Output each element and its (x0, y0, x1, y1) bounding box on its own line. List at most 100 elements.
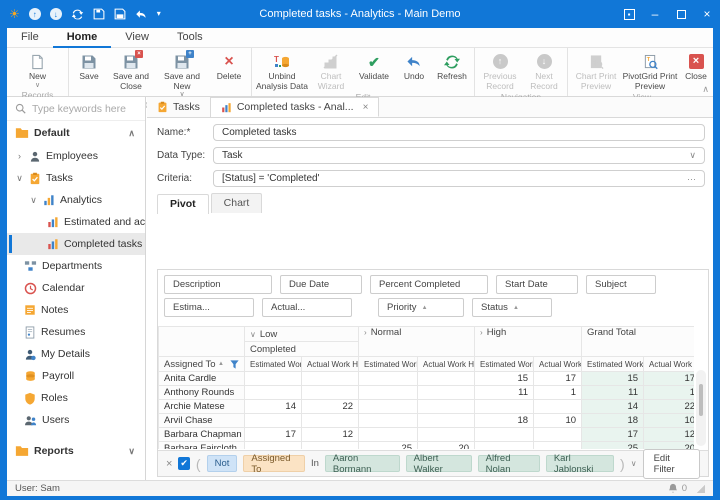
ribbon-tab-tools[interactable]: Tools (163, 28, 217, 48)
pivot-value-cell[interactable]: 17 (245, 428, 302, 442)
measure-header[interactable]: Actual Work Hours (418, 357, 475, 372)
sidebar-item-completed-tasks[interactable]: Completed tasks (7, 233, 145, 255)
app-icon[interactable]: ☀ (9, 8, 20, 20)
field-chip-due-date[interactable]: Due Date (280, 275, 362, 294)
col-group-high[interactable]: ›High (475, 327, 582, 357)
pivot-value-cell[interactable] (245, 386, 302, 400)
tab-chart[interactable]: Chart (211, 193, 263, 213)
pivot-value-cell[interactable] (302, 372, 359, 386)
pivot-value-cell[interactable] (475, 400, 534, 414)
pivot-value-cell[interactable]: 20 (644, 442, 694, 450)
pivot-value-cell[interactable] (359, 386, 418, 400)
pivot-value-cell[interactable] (534, 400, 582, 414)
validate-button[interactable]: ✔ Validate (352, 50, 396, 82)
help-window-icon[interactable]: ▪ (616, 0, 642, 28)
qat-undo-icon[interactable] (135, 8, 148, 21)
field-chip-status[interactable]: Status▲ (472, 298, 552, 317)
pivot-value-cell[interactable] (418, 414, 475, 428)
sidebar-item-resumes[interactable]: Resumes (7, 321, 145, 343)
edit-filter-button[interactable]: Edit Filter (643, 449, 700, 479)
ribbon-tab-file[interactable]: File (7, 28, 53, 48)
pivot-value-cell[interactable]: 20 (418, 442, 475, 450)
save-and-new-button[interactable]: + Save and New∨ (155, 50, 209, 99)
field-chip-percent-completed[interactable]: Percent Completed (370, 275, 488, 294)
pivot-value-cell[interactable] (418, 386, 475, 400)
save-button[interactable]: Save (71, 50, 107, 82)
previous-record-button[interactable]: ↑ Previous Record (477, 50, 523, 91)
filter-value-chip[interactable]: Alfred Nolan (478, 455, 540, 472)
pivot-value-cell[interactable]: 18 (475, 414, 534, 428)
sidebar-item-users[interactable]: Users (7, 409, 145, 431)
filter-operator[interactable]: In (311, 458, 319, 469)
pivot-value-cell[interactable] (359, 400, 418, 414)
row-header-cell[interactable]: Arvil Chase (159, 414, 245, 428)
field-chip-description[interactable]: Description (164, 275, 272, 294)
pivot-value-cell[interactable] (534, 428, 582, 442)
pivot-value-cell[interactable]: 25 (582, 442, 644, 450)
sidebar-item-estimated-and-actual[interactable]: Estimated and actual wor (7, 211, 145, 233)
sidebar-item-roles[interactable]: Roles (7, 387, 145, 409)
new-button[interactable]: New∨ (9, 50, 66, 89)
sidebar-search[interactable]: Type keywords here (7, 97, 145, 121)
doc-tab-completed-tasks[interactable]: Completed tasks - Anal... × (211, 97, 380, 117)
pivot-value-cell[interactable]: 10 (644, 414, 694, 428)
pivot-value-cell[interactable]: 17 (582, 428, 644, 442)
save-and-close-button[interactable]: × Save and Close (107, 50, 155, 91)
row-header-cell[interactable]: Barbara Chapman (159, 428, 245, 442)
pivot-value-cell[interactable] (475, 428, 534, 442)
sidebar-item-payroll[interactable]: Payroll (7, 365, 145, 387)
pivot-value-cell[interactable]: 22 (644, 400, 694, 414)
pivot-value-cell[interactable]: 12 (302, 428, 359, 442)
next-record-button[interactable]: ↓ Next Record (523, 50, 565, 91)
measure-header[interactable]: Estimated Work Hours (475, 357, 534, 372)
col-group-low-completed[interactable]: Completed (245, 342, 359, 357)
minimize-button[interactable]: – (642, 0, 668, 28)
filter-remove-icon[interactable]: × (166, 458, 172, 470)
pivot-value-cell[interactable] (359, 414, 418, 428)
pivot-value-cell[interactable]: 15 (475, 372, 534, 386)
measure-header[interactable]: Actual Work Hours (534, 357, 582, 372)
pivot-value-cell[interactable]: 15 (582, 372, 644, 386)
chart-wizard-button[interactable]: Chart Wizard (310, 50, 352, 91)
qat-refresh-icon[interactable] (71, 8, 84, 21)
scrollbar-thumb[interactable] (699, 384, 703, 416)
measure-header[interactable]: Estimated Work Hours (359, 357, 418, 372)
sidebar-group-reports[interactable]: Reports ∨ (7, 439, 145, 463)
unbind-analysis-data-button[interactable]: T Unbind Analysis Data (254, 50, 310, 91)
field-chip-priority[interactable]: Priority▲ (378, 298, 464, 317)
chevron-up-icon[interactable]: ∧ (128, 128, 135, 139)
pivot-value-cell[interactable]: 11 (582, 386, 644, 400)
name-field[interactable]: Completed tasks (213, 124, 705, 141)
filter-value-chip[interactable]: Albert Walker (406, 455, 472, 472)
measure-header[interactable]: Actual Work Hours (302, 357, 359, 372)
pivot-value-cell[interactable]: 18 (582, 414, 644, 428)
sidebar-item-my-details[interactable]: My Details (7, 343, 145, 365)
maximize-button[interactable] (668, 0, 694, 28)
field-chip-subject[interactable]: Subject (586, 275, 656, 294)
filter-not-chip[interactable]: Not (207, 455, 238, 472)
qat-save-new-icon[interactable] (114, 8, 126, 20)
pivot-value-cell[interactable] (245, 414, 302, 428)
dropdown-arrow-icon[interactable]: ∨ (689, 150, 696, 161)
pivot-value-cell[interactable] (302, 414, 359, 428)
tab-pivot[interactable]: Pivot (157, 194, 209, 214)
pivot-value-cell[interactable]: 17 (534, 372, 582, 386)
pivot-value-cell[interactable] (245, 372, 302, 386)
sidebar-item-notes[interactable]: Notes (7, 299, 145, 321)
pivot-value-cell[interactable]: 12 (644, 428, 694, 442)
pivot-value-cell[interactable] (359, 428, 418, 442)
close-view-button[interactable]: × Close (678, 50, 714, 82)
pivot-value-cell[interactable] (534, 442, 582, 450)
measure-header[interactable]: Actual Work Hours (644, 357, 694, 372)
pivot-value-cell[interactable]: 1 (644, 386, 694, 400)
col-group-normal[interactable]: ›Normal (359, 327, 475, 357)
field-chip-estimated[interactable]: Estima... (164, 298, 254, 317)
row-header-cell[interactable]: Anita Cardle (159, 372, 245, 386)
pivot-value-cell[interactable]: 17 (644, 372, 694, 386)
chart-print-preview-button[interactable]: Chart Print Preview (570, 50, 622, 91)
ribbon-collapse-icon[interactable]: ∧ (702, 84, 709, 95)
ribbon-tab-home[interactable]: Home (53, 28, 112, 48)
filter-value-chip[interactable]: Aaron Bormann (325, 455, 400, 472)
pivot-value-cell[interactable] (359, 372, 418, 386)
criteria-field[interactable]: [Status] = 'Completed' ··· (213, 170, 705, 187)
